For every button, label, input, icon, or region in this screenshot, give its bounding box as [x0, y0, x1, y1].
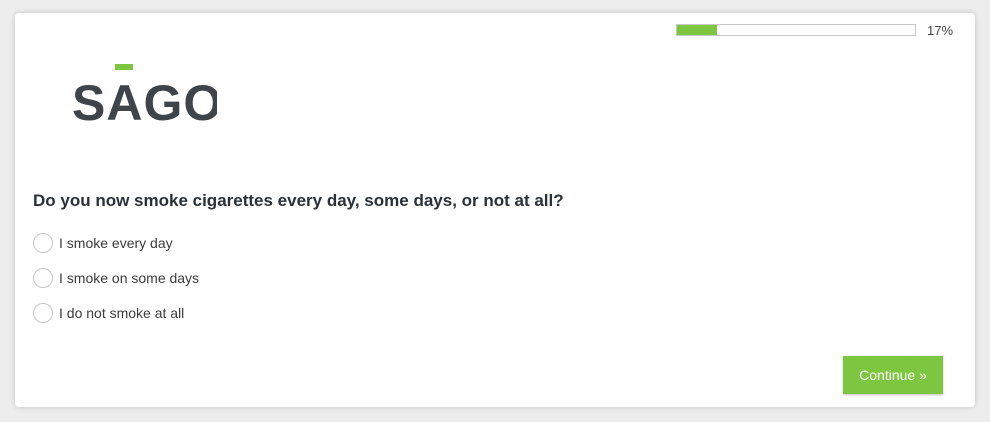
option-label: I smoke on some days: [59, 269, 200, 286]
option-label: I do not smoke at all: [59, 304, 185, 321]
logo-text: SAGO: [72, 75, 217, 125]
question-text: Do you now smoke cigarettes every day, s…: [33, 191, 564, 210]
sago-logo: SAGO: [72, 64, 217, 125]
survey-card: 17% SAGO Do you now smoke cigarettes eve…: [15, 13, 975, 407]
radio-button[interactable]: [33, 232, 53, 253]
progress-bar-fill: [677, 25, 718, 35]
option-smoke-some-days[interactable]: I smoke on some days: [33, 260, 199, 295]
option-smoke-every-day[interactable]: I smoke every day: [33, 225, 199, 260]
radio-button[interactable]: [33, 302, 53, 323]
radio-button[interactable]: [33, 267, 53, 288]
option-do-not-smoke[interactable]: I do not smoke at all: [33, 295, 199, 330]
answer-options: I smoke every day I smoke on some days I…: [33, 225, 199, 330]
progress-percent: 17%: [927, 23, 954, 38]
logo-accent-bar: [115, 64, 133, 70]
option-label: I smoke every day: [59, 234, 173, 251]
continue-button[interactable]: Continue »: [843, 356, 943, 394]
progress-bar: [676, 24, 916, 36]
